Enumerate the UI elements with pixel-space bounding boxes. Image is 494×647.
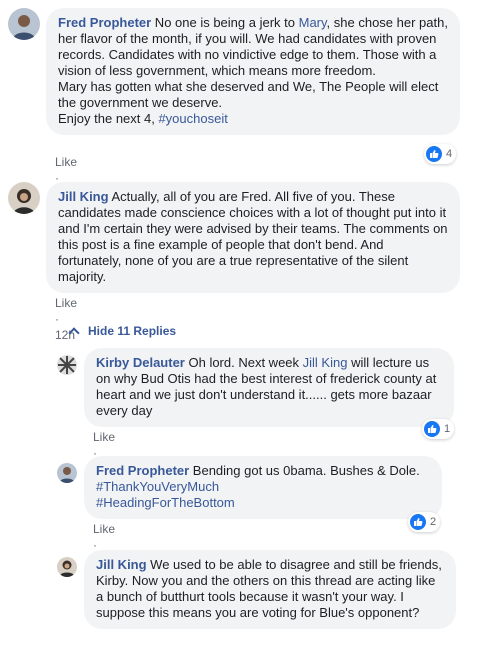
- mention-link[interactable]: Jill King: [303, 355, 348, 370]
- avatar[interactable]: [8, 182, 40, 214]
- hashtag-link[interactable]: #ThankYouVeryMuch: [96, 479, 219, 494]
- reaction-count[interactable]: 1: [422, 419, 455, 439]
- comment-bubble: Fred Propheter Bending got us 0bama. Bus…: [84, 456, 442, 519]
- hashtag-link[interactable]: #HeadingForTheBottom: [96, 495, 235, 510]
- comment-bubble: Kirby Delauter Oh lord. Next week Jill K…: [84, 348, 454, 427]
- comment-text-segment: Oh lord. Next week: [184, 355, 303, 370]
- thumbs-up-icon: [410, 514, 426, 530]
- author-name[interactable]: Kirby Delauter: [96, 355, 185, 370]
- avatar[interactable]: [57, 355, 77, 375]
- comment-text: Kirby Delauter Oh lord. Next week Jill K…: [96, 355, 442, 419]
- comment-text: Fred Propheter No one is being a jerk to…: [58, 15, 448, 127]
- like-link[interactable]: Like: [93, 430, 115, 444]
- like-link[interactable]: Like: [55, 155, 77, 169]
- comment-text-segment: Actually, all of you are Fred. All five …: [58, 189, 448, 284]
- avatar[interactable]: [57, 557, 77, 577]
- comment-text: Jill King We used to be able to disagree…: [96, 557, 444, 621]
- thumbs-up-icon: [424, 421, 440, 437]
- author-name[interactable]: Fred Propheter: [96, 463, 189, 478]
- mention-link[interactable]: Mary: [299, 15, 327, 30]
- comment-text-segment: Mary has gotten what she deserved and We…: [58, 79, 439, 110]
- reaction-count[interactable]: 2: [408, 512, 441, 532]
- thumbs-up-icon: [426, 146, 442, 162]
- comment-text-segment: Enjoy the next 4,: [58, 111, 159, 126]
- comment-bubble: Jill King Actually, all of you are Fred.…: [46, 182, 460, 293]
- like-link[interactable]: Like: [55, 296, 77, 310]
- chevron-up-icon: [68, 327, 80, 339]
- author-name[interactable]: Jill King: [96, 557, 147, 572]
- reaction-count[interactable]: 4: [424, 144, 457, 164]
- author-name[interactable]: Jill King: [58, 189, 109, 204]
- comment-text-segment: We used to be able to disagree and still…: [96, 557, 442, 620]
- comment-text: Fred Propheter Bending got us 0bama. Bus…: [96, 463, 430, 511]
- comment-text: Jill King Actually, all of you are Fred.…: [58, 189, 448, 285]
- comment-text-segment: Bending got us 0bama. Bushes & Dole.: [189, 463, 420, 478]
- comment-text-segment: No one is being a jerk to: [151, 15, 299, 30]
- comment-bubble: Jill King We used to be able to disagree…: [84, 550, 456, 629]
- hide-replies-link[interactable]: Hide 11 Replies: [68, 323, 176, 339]
- avatar[interactable]: [8, 8, 40, 40]
- like-link[interactable]: Like: [93, 522, 115, 536]
- author-name[interactable]: Fred Propheter: [58, 15, 151, 30]
- comment-bubble: Fred Propheter No one is being a jerk to…: [46, 8, 460, 135]
- avatar[interactable]: [57, 463, 77, 483]
- hashtag-link[interactable]: #youchoseit: [158, 111, 227, 126]
